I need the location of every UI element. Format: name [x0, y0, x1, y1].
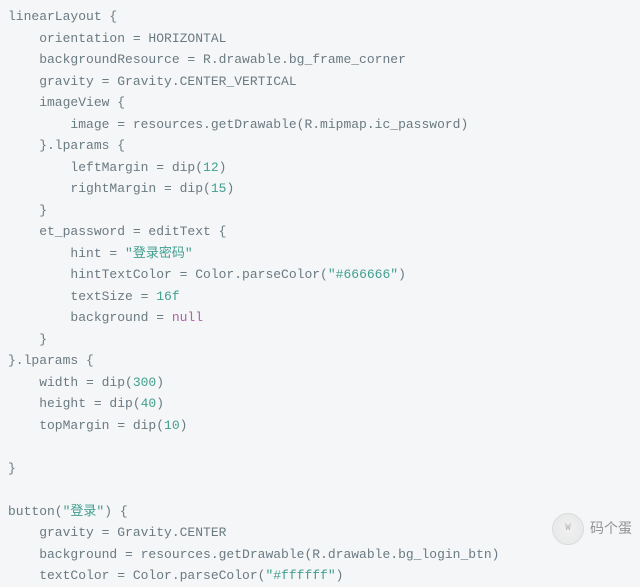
code-token: 40: [141, 396, 157, 411]
code-token: "#666666": [328, 267, 398, 282]
code-token: button(: [8, 504, 63, 519]
code-token: background = resources.getDrawable(R.dra…: [8, 547, 499, 562]
code-token: ): [156, 375, 164, 390]
code-token: }: [8, 461, 16, 476]
code-token: ): [336, 568, 344, 583]
code-token: ): [226, 181, 234, 196]
code-token: background =: [8, 310, 172, 325]
code-token: gravity = Gravity.CENTER: [8, 525, 226, 540]
code-token: hintTextColor = Color.parseColor(: [8, 267, 328, 282]
code-token: imageView {: [8, 95, 125, 110]
code-token: "登录密码": [125, 246, 193, 261]
code-token: }.lparams {: [8, 138, 125, 153]
code-token: rightMargin = dip(: [8, 181, 211, 196]
code-token: gravity = Gravity.CENTER_VERTICAL: [8, 74, 297, 89]
code-block: linearLayout { orientation = HORIZONTAL …: [0, 0, 640, 587]
code-token: textSize =: [8, 289, 156, 304]
code-token: 300: [133, 375, 156, 390]
code-token: leftMargin = dip(: [8, 160, 203, 175]
code-token: topMargin = dip(: [8, 418, 164, 433]
code-token: }: [8, 203, 47, 218]
code-token: et_password = editText {: [8, 224, 226, 239]
code-token: height = dip(: [8, 396, 141, 411]
code-token: ) {: [104, 504, 127, 519]
code-token: width = dip(: [8, 375, 133, 390]
code-token: 15: [211, 181, 227, 196]
code-token: orientation = HORIZONTAL: [8, 31, 226, 46]
code-token: 16f: [156, 289, 179, 304]
code-token: 10: [164, 418, 180, 433]
code-token: backgroundResource = R.drawable.bg_frame…: [8, 52, 406, 67]
code-token: ): [156, 396, 164, 411]
code-token: }: [8, 332, 47, 347]
code-token: "登录": [63, 504, 105, 519]
code-token: textColor = Color.parseColor(: [8, 568, 265, 583]
code-token: hint =: [8, 246, 125, 261]
code-token: linearLayout {: [8, 9, 117, 24]
code-token: "#ffffff": [265, 568, 335, 583]
code-token: ): [180, 418, 188, 433]
code-token: ): [398, 267, 406, 282]
code-token: null: [172, 310, 203, 325]
code-token: ): [219, 160, 227, 175]
code-token: 12: [203, 160, 219, 175]
code-token: }.lparams {: [8, 353, 94, 368]
code-token: image = resources.getDrawable(R.mipmap.i…: [8, 117, 468, 132]
